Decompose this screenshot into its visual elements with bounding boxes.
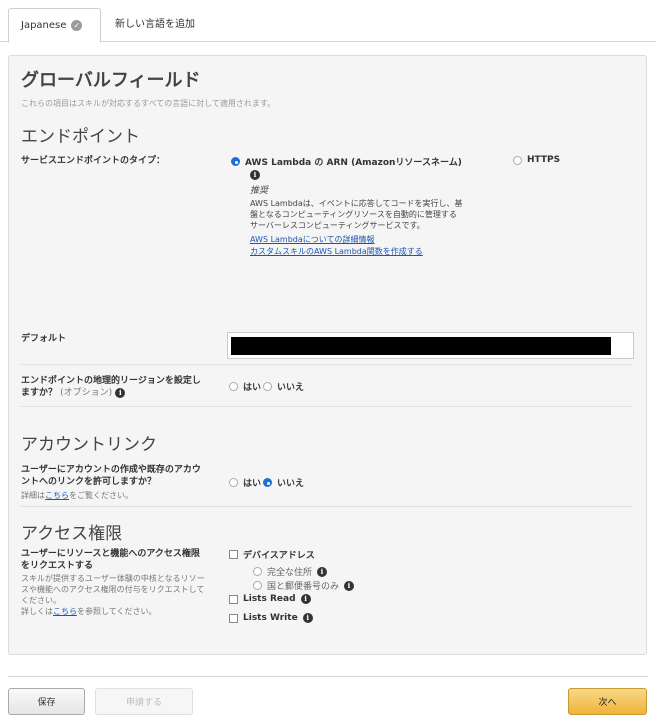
account-linking-yes-label: はい xyxy=(243,479,262,489)
region-info-icon[interactable]: i xyxy=(115,387,126,398)
details-suffix: をご覧ください。 xyxy=(69,491,133,500)
account-linking-yes-option[interactable]: はい xyxy=(229,476,261,489)
request-button[interactable]: 申請する xyxy=(95,688,193,715)
device-address-checkbox[interactable] xyxy=(229,550,238,559)
region-yes-option[interactable]: はい xyxy=(229,380,261,393)
account-linking-yes-radio[interactable] xyxy=(229,478,238,487)
region-question-text: ますか？ xyxy=(21,388,58,398)
footer-divider xyxy=(8,676,648,677)
optional-tag: (オプション) xyxy=(60,388,113,398)
save-button[interactable]: 保存 xyxy=(8,688,85,715)
lists-read-option[interactable]: Lists Read i xyxy=(229,594,311,604)
full-address-label: 完全な住所 xyxy=(267,568,313,578)
tab-add-language[interactable]: 新しい言語を追加 xyxy=(115,15,195,30)
create-lambda-link[interactable]: カスタムスキルのAWS Lambda関数を作成する xyxy=(250,246,423,257)
endpoint-heading: エンドポイント xyxy=(21,127,140,147)
account-linking-no-label: いいえ xyxy=(277,479,305,489)
lists-read-label: Lists Read xyxy=(243,594,296,604)
lambda-arn-label: AWS Lambda の ARN (Amazonリソースネーム) xyxy=(245,158,462,168)
tab-japanese-label: Japanese xyxy=(21,20,67,31)
region-question-line2: ますか？ (オプション) i xyxy=(21,387,201,399)
check-icon: ✓ xyxy=(71,20,83,31)
full-address-option[interactable]: 完全な住所 i xyxy=(253,565,328,578)
lambda-desc-line: 盤となるコンピューティングリソースを自動的に管理する xyxy=(250,210,457,219)
divider xyxy=(21,506,633,507)
lambda-desc-line: サーバーレスコンピューティングサービスです。 xyxy=(250,221,425,230)
lambda-details-link[interactable]: AWS Lambdaについての詳細情報 xyxy=(250,234,375,245)
account-linking-heading: アカウントリンク xyxy=(21,435,157,455)
permissions-desc-line: スキルが提供するユーザー体験の中核となるリソー xyxy=(21,574,205,583)
region-yes-radio[interactable] xyxy=(229,382,238,391)
default-endpoint-label: デフォルト xyxy=(21,334,67,344)
lambda-info-icon[interactable]: i xyxy=(250,170,260,180)
full-address-info-icon[interactable]: i xyxy=(317,566,328,577)
region-no-option[interactable]: いいえ xyxy=(263,380,304,393)
next-button[interactable]: 次へ xyxy=(568,688,647,715)
region-no-radio[interactable] xyxy=(263,382,272,391)
recommended-label: 推奨 xyxy=(250,186,269,196)
account-linking-question: ユーザーにアカウントの作成や既存のアカウ ントへのリンクを許可しますか？ xyxy=(21,464,201,488)
ref-prefix: 詳しくは xyxy=(21,607,53,616)
page-subtitle: これらの項目はスキルが対応するすべての言語に対して適用されます。 xyxy=(21,99,276,108)
permissions-question-line: をリクエストする xyxy=(21,561,94,571)
permissions-question: ユーザーにリソースと機能へのアクセス権限 をリクエストする xyxy=(21,548,200,572)
account-linking-line: ユーザーにアカウントの作成や既存のアカウ xyxy=(21,465,201,475)
device-address-option[interactable]: デバイスアドレス xyxy=(229,548,315,561)
lists-read-checkbox[interactable] xyxy=(229,594,238,604)
default-endpoint-input[interactable] xyxy=(227,332,634,359)
tab-japanese[interactable]: Japanese ✓ xyxy=(8,8,101,43)
permissions-ref: 詳しくはこちらを参照してください。 xyxy=(21,606,205,617)
lambda-arn-option[interactable]: AWS Lambda の ARN (Amazonリソースネーム) xyxy=(231,155,462,168)
region-question-label: エンドポイントの地理的リージョンを設定し ますか？ (オプション) i xyxy=(21,375,201,399)
global-fields-panel: グローバルフィールド これらの項目はスキルが対応するすべての言語に対して適用され… xyxy=(8,55,647,655)
permissions-desc-line: スや機能へのアクセス権限の付与をリクエストして xyxy=(21,585,205,594)
country-postal-radio[interactable] xyxy=(253,581,262,590)
account-linking-details-link[interactable]: こちら xyxy=(45,491,69,500)
redacted-value xyxy=(231,337,611,355)
lambda-arn-radio[interactable] xyxy=(231,157,240,166)
lists-write-option[interactable]: Lists Write i xyxy=(229,613,313,623)
country-postal-option[interactable]: 国と郵便番号のみ i xyxy=(253,579,355,592)
lists-write-label: Lists Write xyxy=(243,613,298,623)
device-address-label: デバイスアドレス xyxy=(243,551,315,561)
language-tabs: Japanese ✓ 新しい言語を追加 xyxy=(0,0,656,43)
lists-write-checkbox[interactable] xyxy=(229,613,238,623)
region-no-label: いいえ xyxy=(277,383,305,393)
account-linking-no-option[interactable]: いいえ xyxy=(263,476,304,489)
lambda-description: AWS Lambdaは、イベントに応答してコードを実行し、基 盤となるコンピュー… xyxy=(250,198,463,231)
https-radio[interactable] xyxy=(513,155,522,165)
region-yes-label: はい xyxy=(243,383,262,393)
https-option[interactable]: HTTPS xyxy=(513,155,560,165)
divider xyxy=(21,406,633,407)
lambda-desc-line: AWS Lambdaは、イベントに応答してコードを実行し、基 xyxy=(250,199,463,208)
permissions-question-line: ユーザーにリソースと機能へのアクセス権限 xyxy=(21,549,200,559)
account-linking-no-radio[interactable] xyxy=(263,478,272,487)
permissions-ref-link[interactable]: こちら xyxy=(53,607,77,616)
details-prefix: 詳細は xyxy=(21,491,45,500)
country-postal-info-icon[interactable]: i xyxy=(344,580,355,591)
account-linking-details: 詳細はこちらをご覧ください。 xyxy=(21,490,133,501)
country-postal-label: 国と郵便番号のみ xyxy=(267,582,340,592)
permissions-desc-line: ください。 xyxy=(21,596,61,605)
permissions-description: スキルが提供するユーザー体験の中核となるリソー スや機能へのアクセス権限の付与を… xyxy=(21,573,205,617)
page-title: グローバルフィールド xyxy=(21,70,201,91)
lists-write-info-icon[interactable]: i xyxy=(302,613,313,623)
divider xyxy=(21,364,633,365)
region-question-line: エンドポイントの地理的リージョンを設定し xyxy=(21,376,201,386)
endpoint-type-label: サービスエンドポイントのタイプ： xyxy=(21,156,166,166)
ref-suffix: を参照してください。 xyxy=(77,607,157,616)
lists-read-info-icon[interactable]: i xyxy=(300,594,311,604)
permissions-heading: アクセス権限 xyxy=(21,524,123,544)
account-linking-line: ントへのリンクを許可しますか？ xyxy=(21,477,157,487)
https-label: HTTPS xyxy=(527,155,561,165)
full-address-radio[interactable] xyxy=(253,567,262,576)
